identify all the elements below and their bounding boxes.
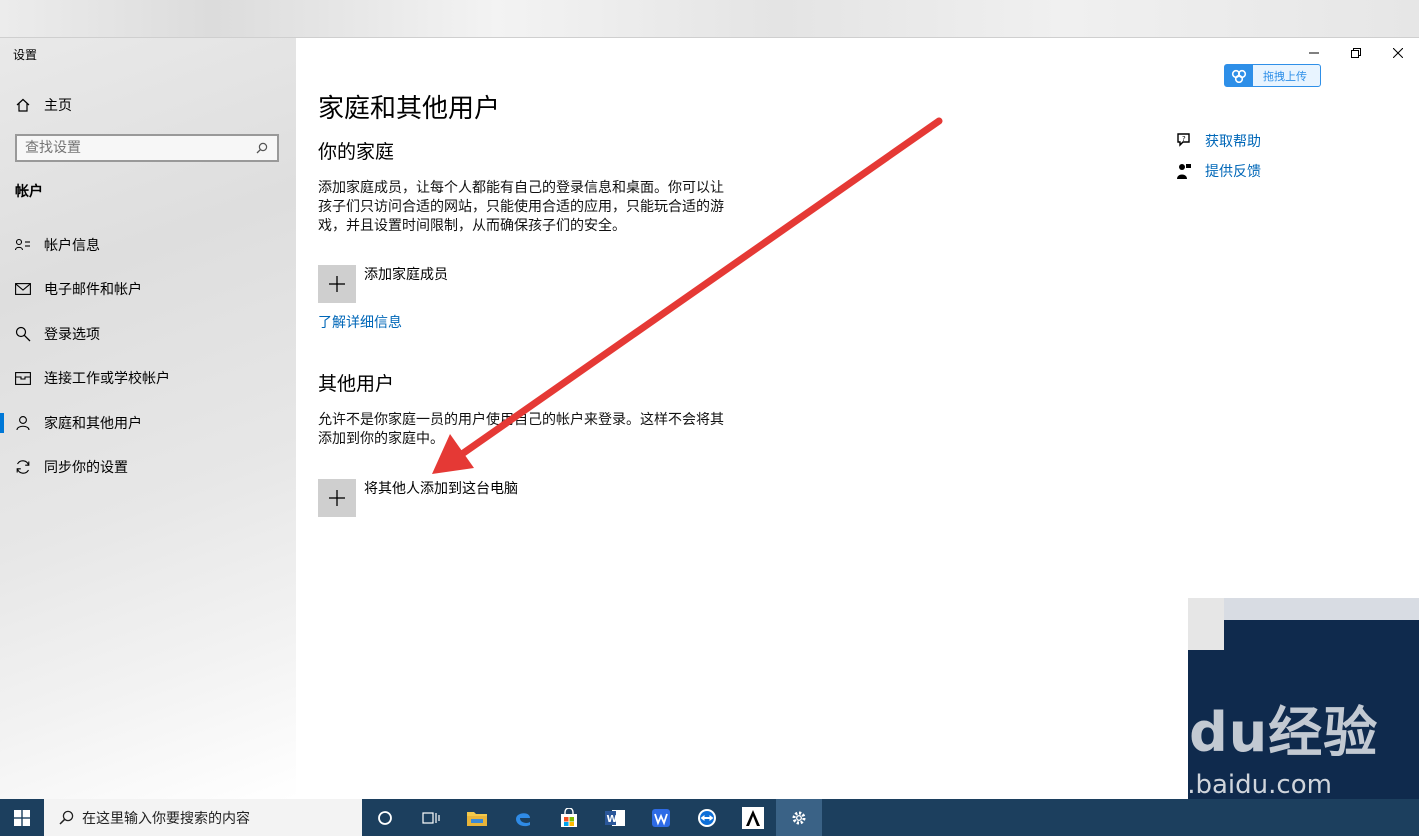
sidebar-item-account-info[interactable]: 帐户信息: [0, 227, 296, 263]
add-family-member-label: 添加家庭成员: [364, 267, 448, 283]
sidebar-item-label: 同步你的设置: [44, 460, 128, 476]
family-heading: 你的家庭: [318, 141, 395, 163]
add-family-member-button[interactable]: 添加家庭成员: [318, 265, 448, 303]
app-title: 设置: [13, 48, 38, 62]
drag-upload-button[interactable]: 拖拽上传: [1224, 64, 1321, 87]
briefcase-icon: [15, 370, 31, 386]
settings-icon[interactable]: [776, 799, 822, 836]
minimize-button[interactable]: [1294, 42, 1334, 64]
task-view-icon[interactable]: [408, 799, 454, 836]
mail-icon: [15, 281, 31, 297]
search-input[interactable]: [17, 139, 253, 157]
start-button[interactable]: [0, 799, 44, 836]
search-icon: [56, 810, 76, 825]
sidebar-item-home[interactable]: 主页: [0, 87, 296, 123]
taskbar: 在这里输入你要搜索的内容 W: [0, 799, 1419, 836]
desktop-wallpaper-edge: [1188, 598, 1224, 650]
sidebar-item-label: 连接工作或学校帐户: [44, 371, 170, 387]
learn-more-link[interactable]: 了解详细信息: [318, 312, 402, 332]
word-icon[interactable]: W: [592, 799, 638, 836]
get-help-link[interactable]: ? 获取帮助: [1175, 131, 1261, 151]
restore-button[interactable]: [1336, 42, 1376, 64]
sidebar-item-sign-in[interactable]: 登录选项: [0, 316, 296, 352]
svg-text:?: ?: [1182, 135, 1186, 143]
plus-icon: [318, 479, 356, 517]
drag-upload-label: 拖拽上传: [1263, 69, 1307, 83]
home-icon: [15, 97, 31, 113]
app-a-icon[interactable]: [730, 799, 776, 836]
edge-icon[interactable]: [500, 799, 546, 836]
sidebar-item-sync[interactable]: 同步你的设置: [0, 449, 296, 485]
settings-search[interactable]: [15, 134, 279, 162]
sidebar: 设置 主页 帐户 帐户信息 电子邮件和帐户: [0, 38, 296, 799]
teamviewer-icon[interactable]: [684, 799, 730, 836]
key-icon: [15, 326, 31, 342]
wps-icon[interactable]: [638, 799, 684, 836]
baidu-watermark-url: jingyan.baidu.com: [1092, 770, 1332, 800]
windows-logo-icon: [14, 809, 30, 826]
other-users-description: 允许不是你家庭一员的用户使用自己的帐户来登录。这样不会将其添加到你的家庭中。: [318, 412, 724, 447]
add-other-user-button[interactable]: 将其他人添加到这台电脑: [318, 479, 518, 517]
person-icon: [15, 415, 31, 431]
sidebar-item-label: 家庭和其他用户: [44, 416, 142, 432]
give-feedback-link[interactable]: 提供反馈: [1175, 161, 1261, 181]
section-title: 帐户: [15, 184, 43, 200]
search-icon[interactable]: [253, 142, 271, 154]
account-info-icon: [15, 237, 31, 253]
cloud-icon: [1225, 65, 1253, 86]
sidebar-item-email[interactable]: 电子邮件和帐户: [0, 271, 296, 307]
cortana-icon[interactable]: [362, 799, 408, 836]
get-help-label: 获取帮助: [1205, 134, 1261, 150]
sidebar-item-label: 登录选项: [44, 327, 100, 343]
page-title: 家庭和其他用户: [318, 94, 501, 124]
taskbar-search-placeholder: 在这里输入你要搜索的内容: [82, 810, 250, 827]
file-explorer-icon[interactable]: [454, 799, 500, 836]
sidebar-item-label: 主页: [44, 98, 72, 114]
baidu-watermark: Baidu经验: [1090, 701, 1379, 764]
feedback-person-icon: [1175, 162, 1193, 180]
store-icon[interactable]: [546, 799, 592, 836]
taskbar-search-box[interactable]: 在这里输入你要搜索的内容: [44, 799, 362, 836]
sidebar-item-label: 帐户信息: [44, 238, 100, 254]
sync-icon: [15, 459, 31, 475]
add-other-user-label: 将其他人添加到这台电脑: [364, 481, 518, 497]
plus-icon: [318, 265, 356, 303]
svg-text:W: W: [607, 814, 618, 825]
close-button[interactable]: [1378, 42, 1418, 64]
sidebar-item-work-school[interactable]: 连接工作或学校帐户: [0, 360, 296, 396]
help-chat-icon: ?: [1175, 132, 1193, 150]
give-feedback-label: 提供反馈: [1205, 164, 1261, 180]
sidebar-item-label: 电子邮件和帐户: [44, 282, 142, 298]
sidebar-item-family[interactable]: 家庭和其他用户: [0, 405, 296, 441]
background-desktop-strip: [0, 0, 1419, 38]
other-users-heading: 其他用户: [318, 373, 395, 395]
family-description: 添加家庭成员，让每个人都能有自己的登录信息和桌面。你可以让孩子们只访问合适的网站…: [318, 180, 724, 234]
